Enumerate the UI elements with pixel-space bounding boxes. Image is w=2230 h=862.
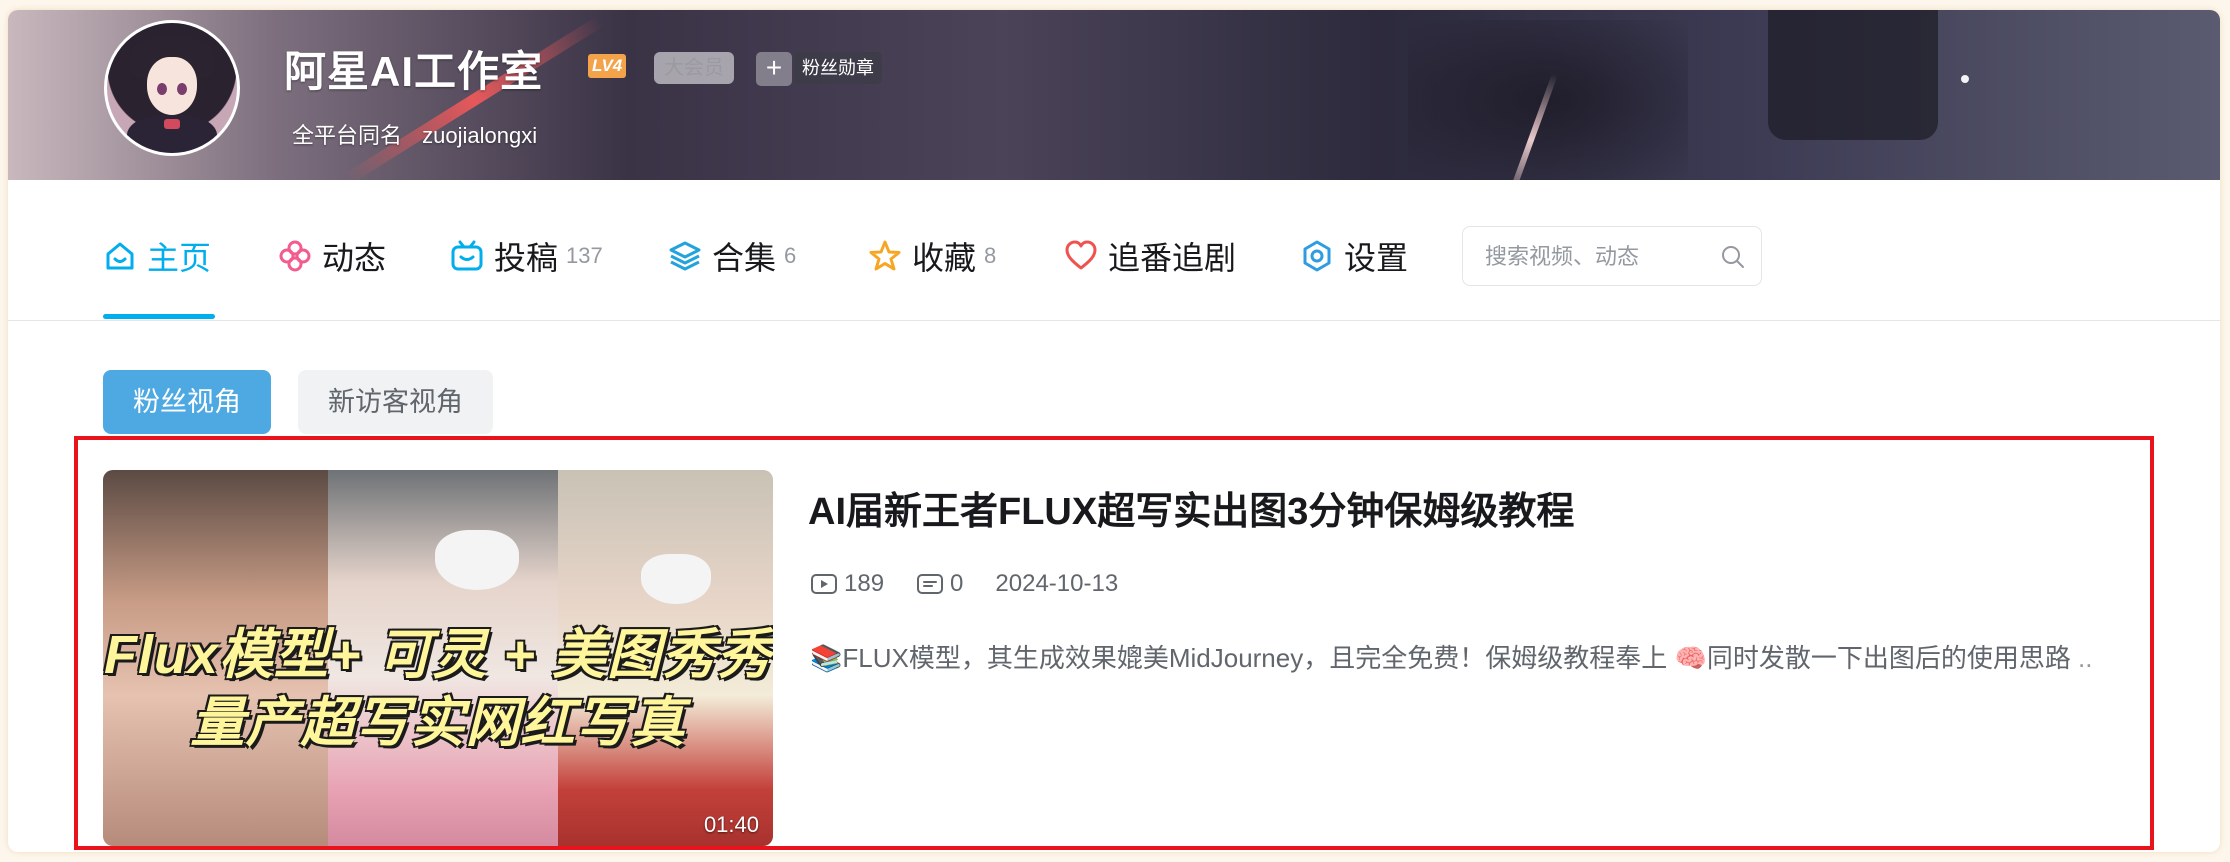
- tab-settings[interactable]: 设置: [1300, 236, 1408, 276]
- profile-sign: 全平台同名 zuojialongxi: [292, 118, 537, 150]
- pinwheel-icon: [279, 240, 311, 272]
- banner-figure: [1768, 10, 1938, 140]
- level-badge[interactable]: LV4: [588, 54, 627, 78]
- tv-icon: [451, 240, 483, 271]
- hexagon-gear-icon: [1303, 240, 1331, 272]
- fan-medal-badge[interactable]: 粉丝勋章: [794, 52, 882, 84]
- tab-uploads[interactable]: 投稿 137: [450, 236, 603, 276]
- fan-view-tab[interactable]: 粉丝视角: [103, 370, 271, 434]
- tab-home-label: 主页: [147, 240, 212, 276]
- avatar-face: [147, 57, 197, 115]
- tab-collections-label: 合集: [712, 240, 777, 276]
- favorites-count: 8: [984, 243, 997, 268]
- search-input[interactable]: [1483, 241, 1717, 273]
- profile-banner: 阿星AI工作室 LV4 大会员 + 粉丝勋章 全平台同名 zuojialongx…: [8, 10, 2220, 180]
- tab-dynamic-label: 动态: [322, 240, 387, 276]
- visitor-view-tab[interactable]: 新访客视角: [298, 370, 493, 434]
- layers-icon: [669, 241, 701, 271]
- avatar[interactable]: [104, 20, 240, 156]
- highlight-box: [74, 436, 2154, 850]
- tab-home[interactable]: 主页: [103, 236, 211, 276]
- tab-settings-label: 设置: [1344, 240, 1409, 276]
- tab-bangumi-label: 追番追剧: [1108, 240, 1237, 276]
- tab-collections[interactable]: 合集 6: [668, 236, 796, 276]
- uploads-count: 137: [566, 243, 603, 268]
- alias-value: zuojialongxi: [422, 123, 538, 148]
- collections-count: 6: [784, 243, 797, 268]
- username[interactable]: 阿星AI工作室: [284, 38, 543, 99]
- active-tab-indicator: [103, 314, 215, 319]
- heart-icon: [1065, 240, 1097, 270]
- tab-dynamic[interactable]: 动态: [278, 236, 386, 276]
- avatar-bow: [164, 119, 180, 129]
- avatar-eye: [157, 83, 167, 95]
- home-icon: [106, 242, 134, 270]
- profile-search: [1462, 226, 1762, 286]
- page-frame: 阿星AI工作室 LV4 大会员 + 粉丝勋章 全平台同名 zuojialongx…: [8, 10, 2220, 852]
- search-icon[interactable]: [1719, 243, 1747, 271]
- tab-bangumi[interactable]: 追番追剧: [1064, 236, 1236, 276]
- add-medal-button[interactable]: +: [756, 52, 792, 86]
- avatar-eye: [177, 83, 187, 95]
- tab-favorites-label: 收藏: [912, 240, 977, 276]
- tab-uploads-label: 投稿: [494, 240, 559, 276]
- vip-badge[interactable]: 大会员: [654, 52, 734, 84]
- star-icon: [869, 240, 901, 271]
- alias-label: 全平台同名: [292, 123, 403, 148]
- profile-nav: 主页 动态 投稿 137 合集 6 收藏 8 追番追剧 设置 搜索视频、动态: [8, 180, 2220, 321]
- banner-dot: [1961, 75, 1969, 83]
- tab-favorites[interactable]: 收藏 8: [868, 236, 996, 276]
